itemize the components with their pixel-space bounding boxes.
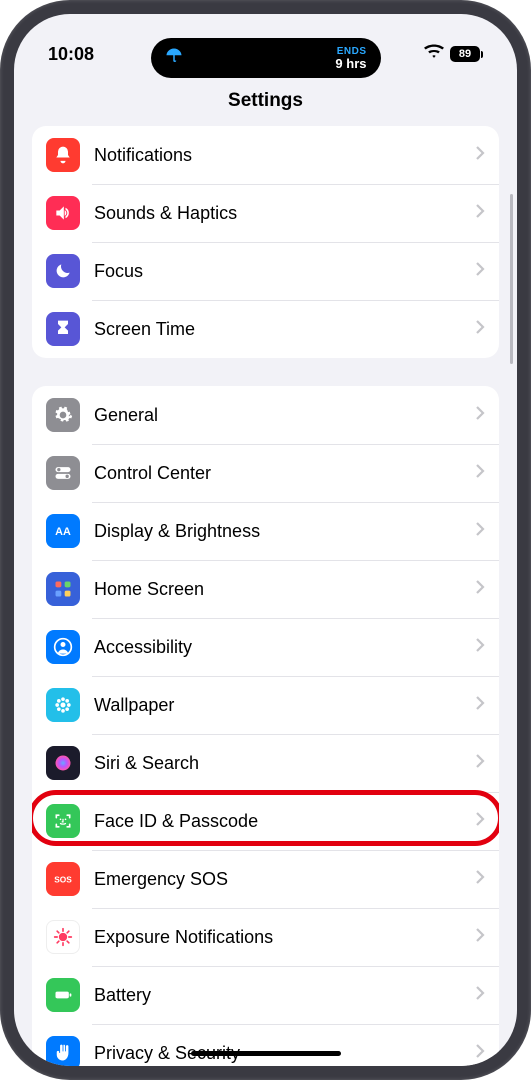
settings-row-display[interactable]: AA Display & Brightness: [32, 502, 499, 560]
settings-row-privacy[interactable]: Privacy & Security: [32, 1024, 499, 1066]
face-icon: [46, 804, 80, 838]
speaker-icon: [46, 196, 80, 230]
settings-row-label: Display & Brightness: [94, 521, 475, 542]
gear-icon: [46, 398, 80, 432]
chevron-right-icon: [475, 637, 485, 658]
hourglass-icon: [46, 312, 80, 346]
chevron-right-icon: [475, 927, 485, 948]
toggles-icon: [46, 456, 80, 490]
chevron-right-icon: [475, 145, 485, 166]
island-hours: 9 hrs: [335, 57, 366, 70]
settings-row-label: Emergency SOS: [94, 869, 475, 890]
chevron-right-icon: [475, 261, 485, 282]
chevron-right-icon: [475, 463, 485, 484]
siri-icon: [46, 746, 80, 780]
settings-row-controlcenter[interactable]: Control Center: [32, 444, 499, 502]
settings-row-label: Control Center: [94, 463, 475, 484]
settings-row-label: Screen Time: [94, 319, 475, 340]
page-title: Settings: [14, 84, 517, 126]
settings-row-wallpaper[interactable]: Wallpaper: [32, 676, 499, 734]
wifi-icon: [424, 44, 444, 65]
battery-icon: [46, 978, 80, 1012]
settings-list[interactable]: Notifications Sounds & Haptics Focus Screen…: [14, 126, 517, 1066]
chevron-right-icon: [475, 521, 485, 542]
chevron-right-icon: [475, 319, 485, 340]
settings-row-faceid[interactable]: Face ID & Passcode: [32, 792, 499, 850]
chevron-right-icon: [475, 405, 485, 426]
settings-row-label: Face ID & Passcode: [94, 811, 475, 832]
status-time: 10:08: [48, 44, 94, 65]
aa-icon: AA: [46, 514, 80, 548]
home-indicator[interactable]: [191, 1051, 341, 1056]
chevron-right-icon: [475, 985, 485, 1006]
settings-row-label: Accessibility: [94, 637, 475, 658]
island-status: ENDS 9 hrs: [335, 47, 366, 70]
screen: ENDS 9 hrs 10:08 89 Settings Notificatio…: [14, 14, 517, 1066]
chevron-right-icon: [475, 811, 485, 832]
settings-row-siri[interactable]: Siri & Search: [32, 734, 499, 792]
hand-icon: [46, 1036, 80, 1066]
settings-group: Notifications Sounds & Haptics Focus Screen…: [32, 126, 499, 358]
settings-row-notifications[interactable]: Notifications: [32, 126, 499, 184]
settings-group: General Control Center AA Display & Brightn…: [32, 386, 499, 1066]
settings-row-label: Notifications: [94, 145, 475, 166]
battery-percent: 89: [459, 48, 471, 60]
iphone-frame: ENDS 9 hrs 10:08 89 Settings Notificatio…: [0, 0, 531, 1080]
settings-row-general[interactable]: General: [32, 386, 499, 444]
settings-row-label: Siri & Search: [94, 753, 475, 774]
person-icon: [46, 630, 80, 664]
settings-row-label: Exposure Notifications: [94, 927, 475, 948]
settings-row-label: Focus: [94, 261, 475, 282]
settings-row-sounds[interactable]: Sounds & Haptics: [32, 184, 499, 242]
chevron-right-icon: [475, 203, 485, 224]
moon-icon: [46, 254, 80, 288]
flower-icon: [46, 688, 80, 722]
settings-row-exposure[interactable]: Exposure Notifications: [32, 908, 499, 966]
settings-row-battery[interactable]: Battery: [32, 966, 499, 1024]
settings-row-focus[interactable]: Focus: [32, 242, 499, 300]
settings-row-sos[interactable]: SOS Emergency SOS: [32, 850, 499, 908]
scrollbar[interactable]: [510, 194, 513, 364]
chevron-right-icon: [475, 753, 485, 774]
bell-icon: [46, 138, 80, 172]
settings-row-accessibility[interactable]: Accessibility: [32, 618, 499, 676]
battery-indicator: 89: [450, 46, 483, 62]
sos-icon: SOS: [46, 862, 80, 896]
settings-row-screentime[interactable]: Screen Time: [32, 300, 499, 358]
chevron-right-icon: [475, 579, 485, 600]
chevron-right-icon: [475, 1043, 485, 1064]
svg-text:AA: AA: [55, 526, 71, 538]
settings-row-label: General: [94, 405, 475, 426]
chevron-right-icon: [475, 695, 485, 716]
virus-icon: [46, 920, 80, 954]
dynamic-island[interactable]: ENDS 9 hrs: [151, 38, 381, 78]
settings-row-label: Battery: [94, 985, 475, 1006]
grid-icon: [46, 572, 80, 606]
umbrella-icon: [165, 47, 183, 70]
settings-row-label: Wallpaper: [94, 695, 475, 716]
chevron-right-icon: [475, 869, 485, 890]
svg-text:SOS: SOS: [54, 874, 72, 884]
settings-row-homescreen[interactable]: Home Screen: [32, 560, 499, 618]
settings-row-label: Home Screen: [94, 579, 475, 600]
settings-row-label: Sounds & Haptics: [94, 203, 475, 224]
island-ends-label: ENDS: [335, 47, 366, 57]
